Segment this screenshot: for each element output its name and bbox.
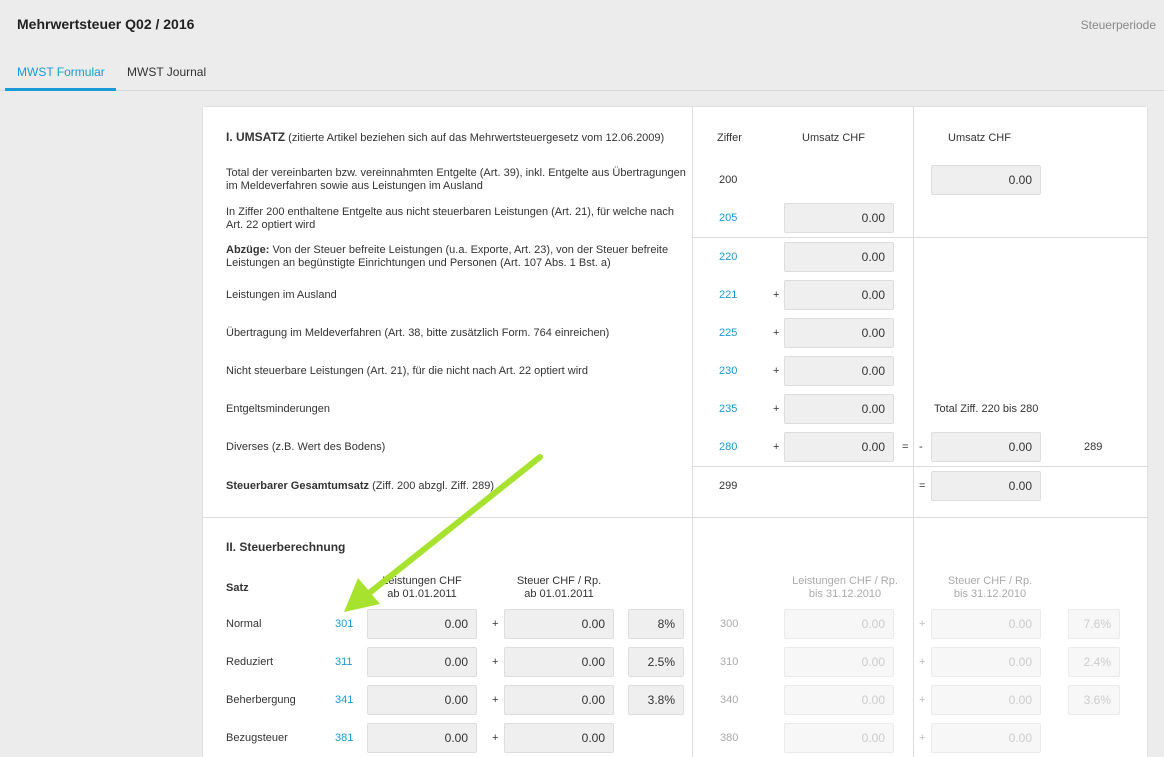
annotation-arrow-icon — [344, 454, 543, 612]
